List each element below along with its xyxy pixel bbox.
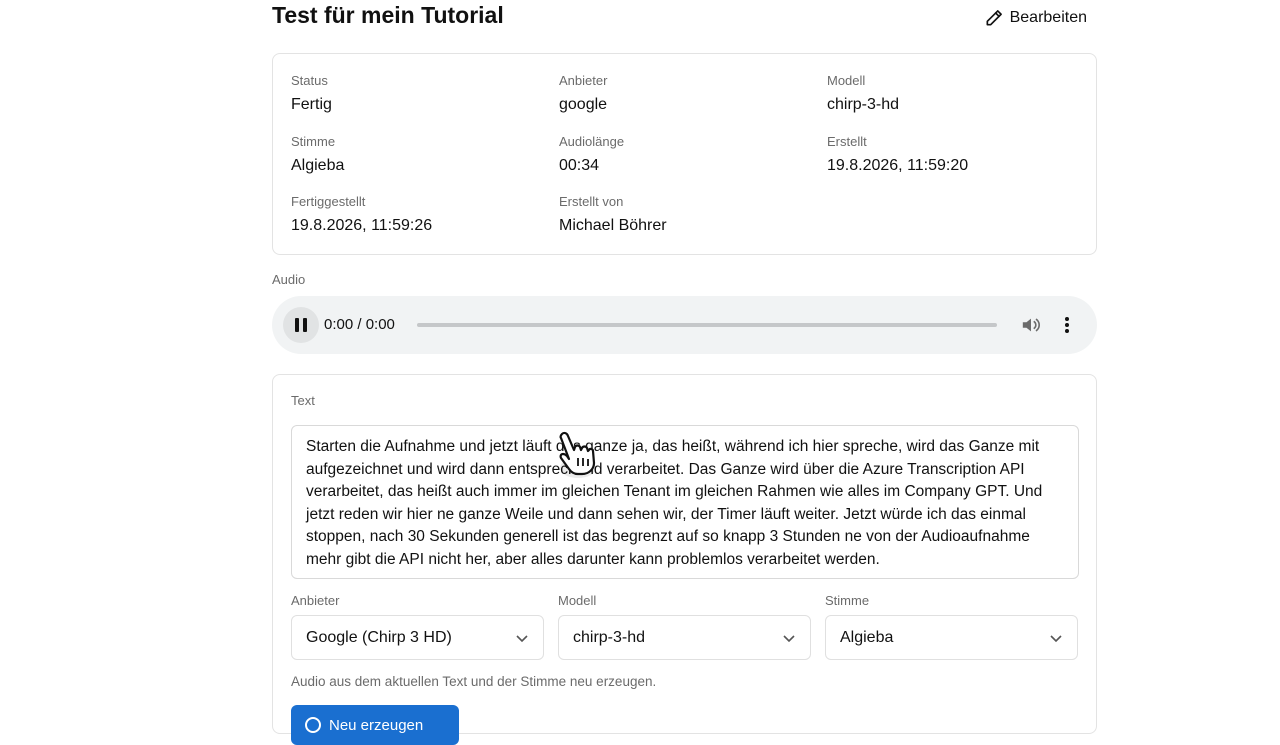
field-provider: Anbieter google [559,72,607,115]
model-select-label: Modell [558,593,597,608]
field-audio-length: Audiolänge 00:34 [559,133,624,176]
provider-select[interactable]: Google (Chirp 3 HD) [291,615,544,660]
status-label: Status [291,73,328,88]
pencil-icon [986,10,1002,26]
page-title: Test für mein Tutorial [272,2,504,28]
regenerate-button-label: Neu erzeugen [329,716,424,734]
field-finished: Fertiggestellt 19.8.2026, 11:59:26 [291,193,432,236]
info-card: Status Fertig Anbieter google Modell chi… [272,53,1097,255]
hand-cursor-icon [559,431,596,478]
status-value: Fertig [291,96,332,113]
header: Test für mein Tutorial Bearbeiten [272,0,1097,40]
audio-length-label: Audiolänge [559,134,625,149]
refresh-icon [305,717,321,733]
field-created: Erstellt 19.8.2026, 11:59:20 [827,133,968,176]
model-select-value: chirp-3-hd [573,628,646,646]
provider-select-group: Anbieter Google (Chirp 3 HD) [291,593,544,660]
provider-value: google [559,96,608,113]
provider-select-label: Anbieter [291,593,340,608]
voice-label: Stimme [291,134,336,149]
finished-label: Fertiggestellt [291,194,366,209]
chevron-down-icon [783,634,795,642]
volume-icon[interactable] [1020,315,1042,335]
model-select[interactable]: chirp-3-hd [558,615,811,660]
model-label: Modell [827,73,866,88]
audio-length-value: 00:34 [559,157,600,174]
chevron-down-icon [516,634,528,642]
pause-button[interactable] [283,307,319,343]
regenerate-button[interactable]: Neu erzeugen [291,705,459,745]
provider-label: Anbieter [559,73,608,88]
pause-icon [295,318,299,332]
field-model: Modell chirp-3-hd [827,72,899,115]
audio-player: 0:00 / 0:00 [272,296,1097,354]
text-label: Text [291,393,315,408]
pause-icon-bar [303,318,307,332]
edit-button-label: Bearbeiten [1009,9,1087,26]
model-select-group: Modell chirp-3-hd [558,593,811,660]
edit-button[interactable]: Bearbeiten [984,5,1087,31]
field-status: Status Fertig [291,72,332,115]
audio-time: 0:00 / 0:00 [324,316,395,333]
created-by-value: Michael Böhrer [559,217,667,234]
regenerate-hint: Audio aus dem aktuellen Text und der Sti… [291,674,657,689]
field-voice: Stimme Algieba [291,133,344,176]
voice-select-value: Algieba [840,628,894,646]
voice-select-label: Stimme [825,593,870,608]
audio-label: Audio [272,272,306,287]
finished-value: 19.8.2026, 11:59:26 [291,217,433,234]
model-value: chirp-3-hd [827,96,900,113]
provider-select-value: Google (Chirp 3 HD) [306,628,452,646]
audio-progress-track[interactable] [417,323,997,327]
text-input[interactable]: Starten die Aufnahme und jetzt läuft das… [291,425,1079,579]
field-created-by: Erstellt von Michael Böhrer [559,193,667,236]
page: Test für mein Tutorial Bearbeiten Status… [272,0,1097,745]
more-options-icon[interactable] [1062,315,1072,335]
voice-select-group: Stimme Algieba [825,593,1078,660]
voice-value: Algieba [291,157,345,174]
text-card: Text Starten die Aufnahme und jetzt läuf… [272,374,1097,745]
created-value: 19.8.2026, 11:59:20 [827,157,969,174]
created-by-label: Erstellt von [559,194,624,209]
chevron-down-icon [1050,634,1062,642]
voice-select[interactable]: Algieba [825,615,1078,660]
created-label: Erstellt [827,134,867,149]
